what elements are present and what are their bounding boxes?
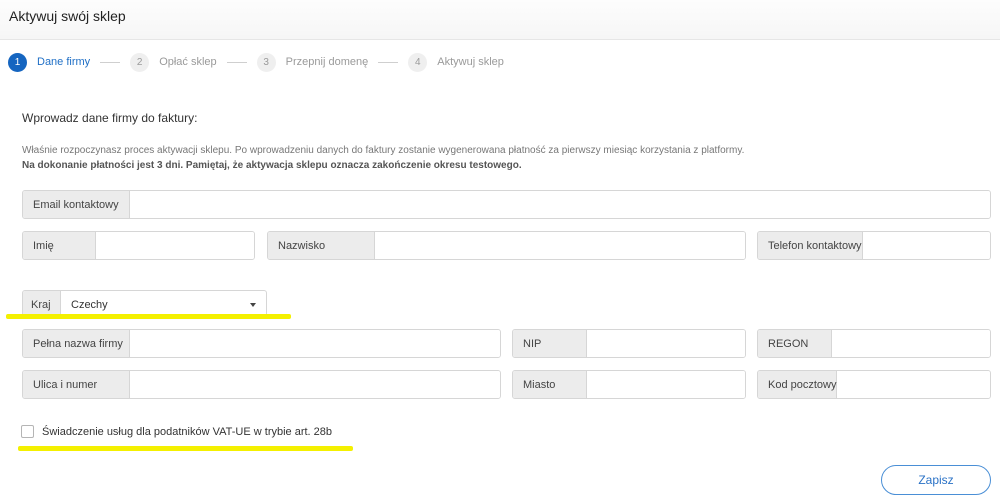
step-number: 2 [130, 52, 150, 72]
first-name-input[interactable] [96, 232, 254, 259]
chevron-down-icon [250, 303, 256, 307]
company-label: Pełna nazwa firmy [23, 330, 130, 357]
last-name-label: Nazwisko [268, 232, 375, 259]
city-input[interactable] [587, 371, 745, 398]
step-connector [378, 61, 399, 63]
vat-eu-label[interactable]: Świadczenie usług dla podatników VAT-UE … [42, 426, 332, 438]
phone-input[interactable] [862, 232, 990, 259]
first-name-label: Imię [23, 232, 96, 259]
postal-input[interactable] [837, 371, 990, 398]
street-field: Ulica i numer [22, 370, 501, 399]
phone-field: Telefon kontaktowy [757, 231, 991, 260]
highlight-marker [18, 446, 353, 451]
step-number: 1 [8, 52, 27, 72]
street-input[interactable] [130, 371, 500, 398]
step-1[interactable]: 1 Dane firmy [8, 52, 91, 72]
step-connector [100, 61, 121, 63]
nip-input[interactable] [587, 330, 745, 357]
postal-field: Kod pocztowy [757, 370, 991, 399]
street-label: Ulica i numer [23, 371, 130, 398]
country-value: Czechy [71, 298, 108, 311]
vat-eu-checkbox[interactable] [21, 425, 34, 438]
nip-label: NIP [513, 330, 587, 357]
company-field: Pełna nazwa firmy [22, 329, 501, 358]
phone-label: Telefon kontaktowy [758, 232, 863, 259]
city-field: Miasto [512, 370, 746, 399]
highlight-marker [6, 314, 291, 319]
nip-field: NIP [512, 329, 746, 358]
vat-eu-option[interactable]: Świadczenie usług dla podatników VAT-UE … [21, 425, 332, 438]
step-3[interactable]: 3 Przepnij domenę [256, 52, 369, 72]
info-text: Właśnie rozpoczynasz proces aktywacji sk… [22, 145, 745, 156]
regon-label: REGON [758, 330, 832, 357]
step-4[interactable]: 4 Aktywuj sklep [408, 52, 504, 72]
step-2[interactable]: 2 Opłać sklep [130, 52, 217, 72]
step-label: Aktywuj sklep [437, 56, 504, 68]
stepper: 1 Dane firmy 2 Opłać sklep 3 Przepnij do… [8, 52, 504, 72]
last-name-input[interactable] [375, 232, 745, 259]
last-name-field: Nazwisko [267, 231, 746, 260]
page-title: Aktywuj swój sklep [9, 8, 126, 24]
save-button[interactable]: Zapisz [881, 465, 991, 495]
step-label: Przepnij domenę [285, 56, 369, 68]
city-label: Miasto [513, 371, 587, 398]
email-field: Email kontaktowy [22, 190, 991, 219]
first-name-field: Imię [22, 231, 255, 260]
email-label: Email kontaktowy [23, 191, 130, 218]
form-heading: Wprowadz dane firmy do faktury: [22, 111, 198, 125]
top-bar: Aktywuj swój sklep [0, 0, 1000, 40]
step-number: 4 [408, 52, 428, 72]
postal-label: Kod pocztowy [758, 371, 838, 398]
step-label: Opłać sklep [159, 56, 217, 68]
step-connector [226, 61, 247, 63]
info-text-bold: Na dokonanie płatności jest 3 dni. Pamię… [22, 160, 522, 171]
regon-field: REGON [757, 329, 991, 358]
email-input[interactable] [130, 191, 990, 218]
step-label: Dane firmy [37, 56, 91, 68]
company-input[interactable] [130, 330, 500, 357]
step-number: 3 [256, 52, 276, 72]
regon-input[interactable] [832, 330, 990, 357]
